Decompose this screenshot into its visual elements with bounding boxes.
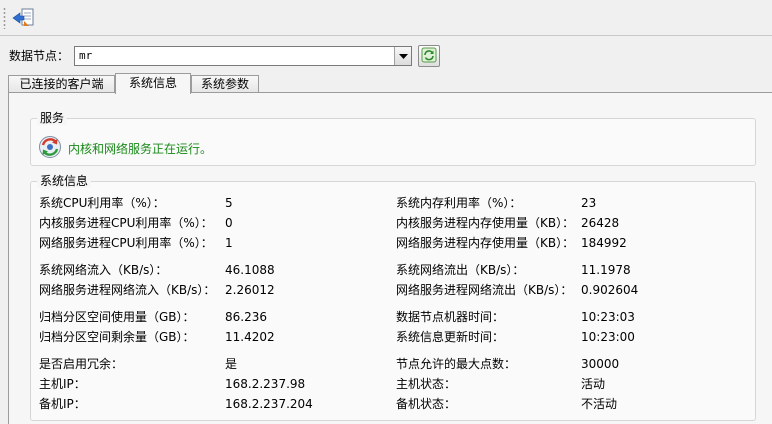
info-label: 系统CPU利用率（%）： [39, 196, 165, 210]
service-status-text: 内核和网络服务正在运行。 [68, 142, 213, 156]
info-value: 0 [225, 216, 233, 230]
info-label: 内核服务进程CPU利用率（%）： [39, 216, 213, 230]
data-node-value: mr [79, 49, 93, 62]
info-label: 系统信息更新时间： [396, 330, 505, 344]
toolbar [0, 0, 772, 36]
info-label: 网络服务进程CPU利用率（%）： [39, 236, 213, 250]
info-label: 备机IP： [39, 397, 86, 411]
info-label: 归档分区空间使用量（GB）： [39, 310, 195, 324]
info-label: 数据节点机器时间： [396, 310, 505, 324]
info-value: 26428 [581, 216, 620, 230]
refresh-button[interactable] [418, 45, 440, 67]
info-value: 11.4202 [225, 330, 275, 344]
info-value: 86.236 [225, 310, 267, 324]
info-value: 是 [225, 357, 238, 371]
info-label: 网络服务进程网络流出（KB/s）： [396, 283, 573, 297]
info-value: 活动 [581, 377, 606, 391]
info-value: 46.1088 [225, 263, 275, 277]
info-value: 2.26012 [225, 283, 275, 297]
info-label: 网络服务进程网络流入（KB/s）： [39, 283, 216, 297]
info-label: 内核服务进程内存使用量（KB）： [396, 216, 575, 230]
refresh-icon [421, 47, 437, 66]
info-value: 11.1978 [581, 263, 631, 277]
info-value: 10:23:03 [581, 310, 635, 324]
info-label: 备机状态： [396, 397, 457, 411]
info-value: 23 [581, 196, 597, 210]
info-label: 是否启用冗余： [39, 357, 124, 371]
info-label: 系统内存利用率（%）： [396, 196, 522, 210]
info-value: 不活动 [581, 397, 618, 411]
info-value: 184992 [581, 236, 627, 250]
tab-system-info[interactable]: 系统信息 [115, 73, 191, 94]
toolbar-grip[interactable] [3, 7, 6, 29]
info-value: 0.902604 [581, 283, 639, 297]
system-info-title: 系统信息 [37, 174, 92, 188]
info-value: 168.2.237.204 [225, 397, 313, 411]
info-label: 归档分区空间剩余量（GB）： [39, 330, 195, 344]
info-label: 主机状态： [396, 377, 457, 391]
info-label: 系统网络流入（KB/s）： [39, 263, 168, 277]
export-button[interactable] [9, 6, 37, 30]
dropdown-arrow-icon[interactable] [394, 47, 411, 65]
info-label: 网络服务进程内存使用量（KB）： [396, 236, 575, 250]
info-value: 1 [225, 236, 233, 250]
info-label: 系统网络流出（KB/s）： [396, 263, 525, 277]
service-status: 内核和网络服务正在运行。 [38, 135, 212, 162]
service-group-title: 服务 [37, 111, 68, 125]
export-icon [11, 7, 35, 29]
info-value: 168.2.237.98 [225, 377, 306, 391]
data-node-label: 数据节点： [9, 49, 70, 63]
info-value: 10:23:00 [581, 330, 635, 344]
info-label: 节点允许的最大点数： [396, 357, 517, 371]
info-value: 5 [225, 196, 233, 210]
service-running-icon [38, 135, 62, 162]
info-value: 30000 [581, 357, 620, 371]
info-label: 主机IP： [39, 377, 86, 391]
data-node-select[interactable]: mr [74, 46, 412, 66]
